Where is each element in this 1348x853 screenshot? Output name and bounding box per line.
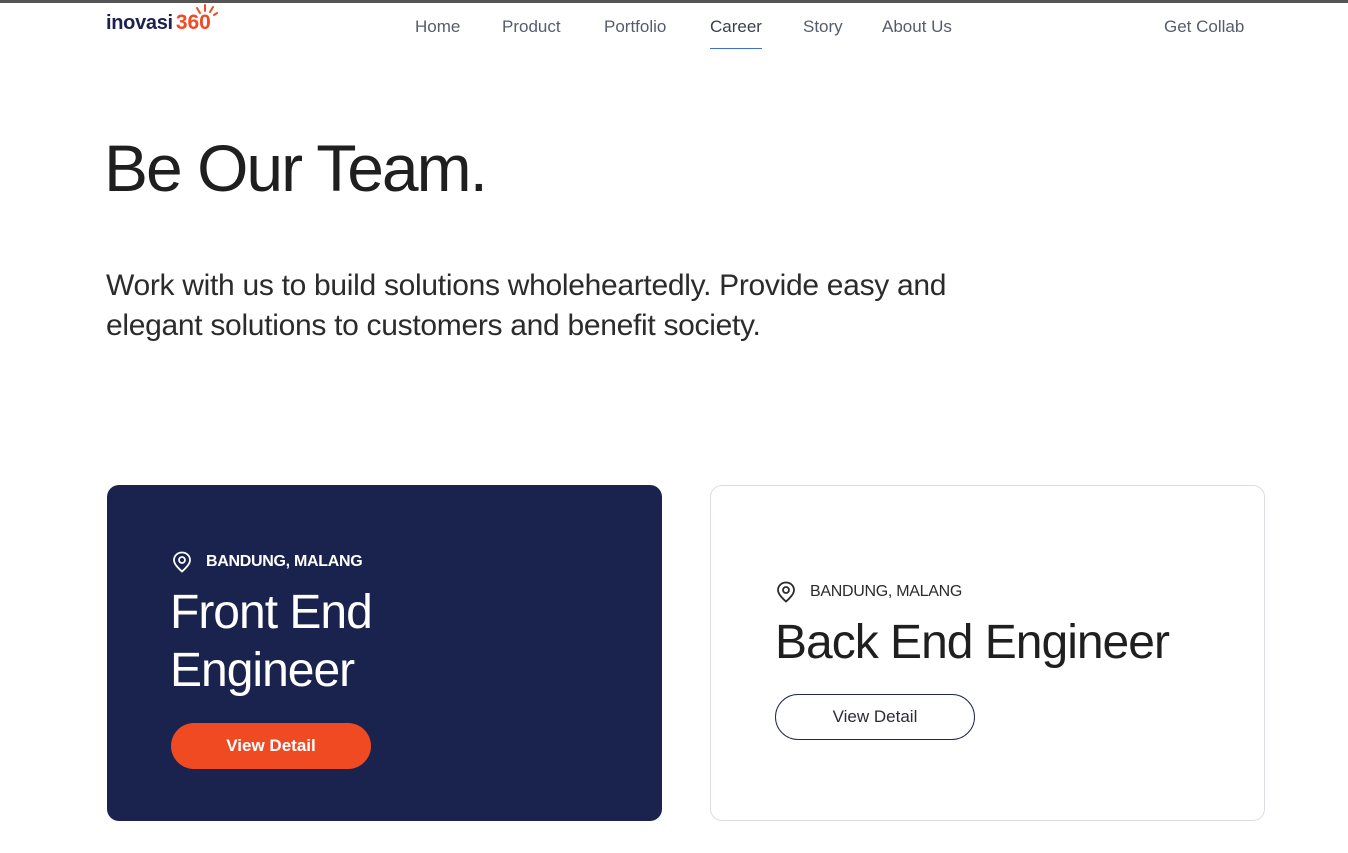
sun-rays-icon — [195, 4, 218, 16]
location-pin-icon — [777, 581, 795, 603]
nav-about-us[interactable]: About Us — [882, 17, 952, 37]
navbar: inovasi 360 Home Product Portfolio Caree… — [0, 3, 1348, 55]
view-detail-button[interactable]: View Detail — [775, 694, 975, 740]
job-location-text: BANDUNG, MALANG — [206, 553, 363, 570]
logo-number: 360 — [176, 4, 218, 35]
view-detail-button[interactable]: View Detail — [171, 723, 371, 769]
nav-portfolio[interactable]: Portfolio — [604, 17, 666, 37]
job-location: BANDUNG, MALANG — [172, 551, 363, 573]
job-title: Front End Engineer — [170, 584, 373, 700]
brand-logo[interactable]: inovasi 360 — [106, 4, 218, 45]
job-card-front-end: BANDUNG, MALANG Front End Engineer View … — [107, 485, 662, 821]
nav-career[interactable]: Career — [710, 17, 762, 37]
page-title: Be Our Team. — [104, 131, 488, 205]
nav-product[interactable]: Product — [502, 17, 561, 37]
job-title: Back End Engineer — [775, 616, 1170, 669]
job-card-back-end: BANDUNG, MALANG Back End Engineer View D… — [710, 485, 1265, 821]
get-collab-link[interactable]: Get Collab — [1164, 17, 1244, 37]
job-title-line-1: Front End — [170, 586, 373, 639]
location-pin-icon — [173, 551, 191, 573]
active-nav-indicator — [710, 48, 762, 49]
job-location: BANDUNG, MALANG — [776, 581, 962, 603]
logo-word: inovasi — [106, 12, 173, 34]
job-location-text: BANDUNG, MALANG — [810, 583, 962, 600]
nav-home[interactable]: Home — [415, 17, 460, 37]
hero-description: Work with us to build solutions wholehea… — [106, 269, 947, 342]
job-title-line-2: Engineer — [170, 644, 355, 697]
nav-story[interactable]: Story — [803, 17, 843, 37]
